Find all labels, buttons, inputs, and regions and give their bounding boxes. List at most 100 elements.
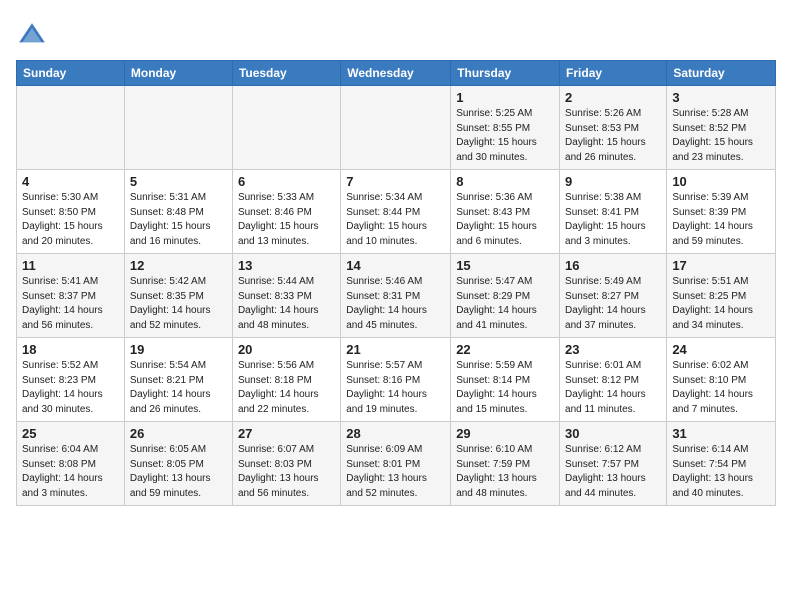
- calendar-cell: [124, 86, 232, 170]
- calendar-week-5: 25 Sunrise: 6:04 AM Sunset: 8:08 PM Dayli…: [17, 422, 776, 506]
- day-info: Sunrise: 5:54 AM Sunset: 8:21 PM Dayligh…: [130, 359, 227, 417]
- day-number: 20: [238, 342, 335, 357]
- day-number: 10: [672, 174, 770, 189]
- calendar-cell: 28 Sunrise: 6:09 AM Sunset: 8:01 PM Dayli…: [341, 422, 451, 506]
- day-number: 3: [672, 90, 770, 105]
- header: [16, 16, 776, 52]
- day-number: 30: [565, 426, 661, 441]
- calendar-cell: 18Sunrise: 5:52 AM Sunset: 8:23 PM Dayli…: [17, 338, 125, 422]
- day-number: 14: [346, 258, 445, 273]
- calendar-cell: 1 Sunrise: 5:25 AM Sunset: 8:55 PM Daylig…: [451, 86, 560, 170]
- calendar-cell: 16 Sunrise: 5:49 AM Sunset: 8:27 PM Dayli…: [560, 254, 667, 338]
- day-info: Sunrise: 6:10 AM Sunset: 7:59 PM Dayligh…: [456, 443, 554, 501]
- calendar-cell: 7 Sunrise: 5:34 AM Sunset: 8:44 PM Daylig…: [341, 170, 451, 254]
- calendar-week-3: 11 Sunrise: 5:41 AM Sunset: 8:37 PM Dayli…: [17, 254, 776, 338]
- calendar-cell: 26 Sunrise: 6:05 AM Sunset: 8:05 PM Dayli…: [124, 422, 232, 506]
- day-info: Sunrise: 5:39 AM Sunset: 8:39 PM Dayligh…: [672, 191, 770, 249]
- day-info: Sunrise: 6:14 AM Sunset: 7:54 PM Dayligh…: [672, 443, 770, 501]
- calendar-cell: [232, 86, 340, 170]
- day-info: Sunrise: 5:46 AM Sunset: 8:31 PM Dayligh…: [346, 275, 445, 333]
- logo: [16, 20, 52, 52]
- day-number: 17: [672, 258, 770, 273]
- day-info: Sunrise: 6:05 AM Sunset: 8:05 PM Dayligh…: [130, 443, 227, 501]
- calendar-cell: 24 Sunrise: 6:02 AM Sunset: 8:10 PM Dayli…: [667, 338, 776, 422]
- calendar-header: SundayMondayTuesdayWednesdayThursdayFrid…: [17, 61, 776, 86]
- day-info: Sunrise: 5:57 AM Sunset: 8:16 PM Dayligh…: [346, 359, 445, 417]
- weekday-header-friday: Friday: [560, 61, 667, 86]
- calendar-cell: [341, 86, 451, 170]
- day-info: Sunrise: 5:59 AM Sunset: 8:14 PM Dayligh…: [456, 359, 554, 417]
- day-info: Sunrise: 6:09 AM Sunset: 8:01 PM Dayligh…: [346, 443, 445, 501]
- day-number: 26: [130, 426, 227, 441]
- day-number: 12: [130, 258, 227, 273]
- day-number: 6: [238, 174, 335, 189]
- day-number: 31: [672, 426, 770, 441]
- day-info: Sunrise: 5:26 AM Sunset: 8:53 PM Dayligh…: [565, 107, 661, 165]
- calendar-cell: 29 Sunrise: 6:10 AM Sunset: 7:59 PM Dayli…: [451, 422, 560, 506]
- day-number: 9: [565, 174, 661, 189]
- calendar-cell: 12 Sunrise: 5:42 AM Sunset: 8:35 PM Dayli…: [124, 254, 232, 338]
- logo-icon: [16, 20, 48, 52]
- day-number: 2: [565, 90, 661, 105]
- day-number: 1: [456, 90, 554, 105]
- day-info: Sunrise: 5:51 AM Sunset: 8:25 PM Dayligh…: [672, 275, 770, 333]
- day-info: Sunrise: 5:25 AM Sunset: 8:55 PM Dayligh…: [456, 107, 554, 165]
- day-number: 27: [238, 426, 335, 441]
- day-number: 13: [238, 258, 335, 273]
- day-info: Sunrise: 5:41 AM Sunset: 8:37 PM Dayligh…: [22, 275, 119, 333]
- weekday-header-thursday: Thursday: [451, 61, 560, 86]
- day-info: Sunrise: 6:02 AM Sunset: 8:10 PM Dayligh…: [672, 359, 770, 417]
- calendar-week-1: 1 Sunrise: 5:25 AM Sunset: 8:55 PM Daylig…: [17, 86, 776, 170]
- day-info: Sunrise: 5:42 AM Sunset: 8:35 PM Dayligh…: [130, 275, 227, 333]
- calendar-cell: 2 Sunrise: 5:26 AM Sunset: 8:53 PM Daylig…: [560, 86, 667, 170]
- day-number: 24: [672, 342, 770, 357]
- day-number: 8: [456, 174, 554, 189]
- calendar-cell: 9 Sunrise: 5:38 AM Sunset: 8:41 PM Daylig…: [560, 170, 667, 254]
- calendar-week-4: 18Sunrise: 5:52 AM Sunset: 8:23 PM Dayli…: [17, 338, 776, 422]
- day-info: Sunrise: 6:12 AM Sunset: 7:57 PM Dayligh…: [565, 443, 661, 501]
- day-info: Sunrise: 6:04 AM Sunset: 8:08 PM Dayligh…: [22, 443, 119, 501]
- day-number: 16: [565, 258, 661, 273]
- calendar-cell: 3Sunrise: 5:28 AM Sunset: 8:52 PM Daylig…: [667, 86, 776, 170]
- calendar-cell: 30 Sunrise: 6:12 AM Sunset: 7:57 PM Dayli…: [560, 422, 667, 506]
- day-info: Sunrise: 5:30 AM Sunset: 8:50 PM Dayligh…: [22, 191, 119, 249]
- calendar-table: SundayMondayTuesdayWednesdayThursdayFrid…: [16, 60, 776, 506]
- weekday-header-sunday: Sunday: [17, 61, 125, 86]
- day-number: 7: [346, 174, 445, 189]
- day-number: 5: [130, 174, 227, 189]
- weekday-header-tuesday: Tuesday: [232, 61, 340, 86]
- calendar-cell: 31 Sunrise: 6:14 AM Sunset: 7:54 PM Dayli…: [667, 422, 776, 506]
- day-info: Sunrise: 5:38 AM Sunset: 8:41 PM Dayligh…: [565, 191, 661, 249]
- calendar-cell: 8Sunrise: 5:36 AM Sunset: 8:43 PM Daylig…: [451, 170, 560, 254]
- day-number: 29: [456, 426, 554, 441]
- day-info: Sunrise: 6:07 AM Sunset: 8:03 PM Dayligh…: [238, 443, 335, 501]
- day-info: Sunrise: 5:33 AM Sunset: 8:46 PM Dayligh…: [238, 191, 335, 249]
- calendar-cell: 6 Sunrise: 5:33 AM Sunset: 8:46 PM Daylig…: [232, 170, 340, 254]
- day-info: Sunrise: 5:31 AM Sunset: 8:48 PM Dayligh…: [130, 191, 227, 249]
- day-info: Sunrise: 5:56 AM Sunset: 8:18 PM Dayligh…: [238, 359, 335, 417]
- day-info: Sunrise: 5:52 AM Sunset: 8:23 PM Dayligh…: [22, 359, 119, 417]
- calendar-cell: [17, 86, 125, 170]
- day-number: 25: [22, 426, 119, 441]
- day-number: 21: [346, 342, 445, 357]
- day-number: 28: [346, 426, 445, 441]
- calendar-cell: 21 Sunrise: 5:57 AM Sunset: 8:16 PM Dayli…: [341, 338, 451, 422]
- day-number: 11: [22, 258, 119, 273]
- weekday-header-saturday: Saturday: [667, 61, 776, 86]
- calendar-cell: 11 Sunrise: 5:41 AM Sunset: 8:37 PM Dayli…: [17, 254, 125, 338]
- calendar-cell: 10 Sunrise: 5:39 AM Sunset: 8:39 PM Dayli…: [667, 170, 776, 254]
- day-info: Sunrise: 5:47 AM Sunset: 8:29 PM Dayligh…: [456, 275, 554, 333]
- calendar-cell: 20 Sunrise: 5:56 AM Sunset: 8:18 PM Dayli…: [232, 338, 340, 422]
- day-number: 23: [565, 342, 661, 357]
- day-info: Sunrise: 5:49 AM Sunset: 8:27 PM Dayligh…: [565, 275, 661, 333]
- calendar-cell: 27 Sunrise: 6:07 AM Sunset: 8:03 PM Dayli…: [232, 422, 340, 506]
- calendar-cell: 4Sunrise: 5:30 AM Sunset: 8:50 PM Daylig…: [17, 170, 125, 254]
- calendar-cell: 5 Sunrise: 5:31 AM Sunset: 8:48 PM Daylig…: [124, 170, 232, 254]
- calendar-cell: 22Sunrise: 5:59 AM Sunset: 8:14 PM Dayli…: [451, 338, 560, 422]
- weekday-header-monday: Monday: [124, 61, 232, 86]
- day-info: Sunrise: 5:34 AM Sunset: 8:44 PM Dayligh…: [346, 191, 445, 249]
- calendar-cell: 15Sunrise: 5:47 AM Sunset: 8:29 PM Dayli…: [451, 254, 560, 338]
- calendar-cell: 14 Sunrise: 5:46 AM Sunset: 8:31 PM Dayli…: [341, 254, 451, 338]
- calendar-cell: 23Sunrise: 6:01 AM Sunset: 8:12 PM Dayli…: [560, 338, 667, 422]
- calendar-cell: 25 Sunrise: 6:04 AM Sunset: 8:08 PM Dayli…: [17, 422, 125, 506]
